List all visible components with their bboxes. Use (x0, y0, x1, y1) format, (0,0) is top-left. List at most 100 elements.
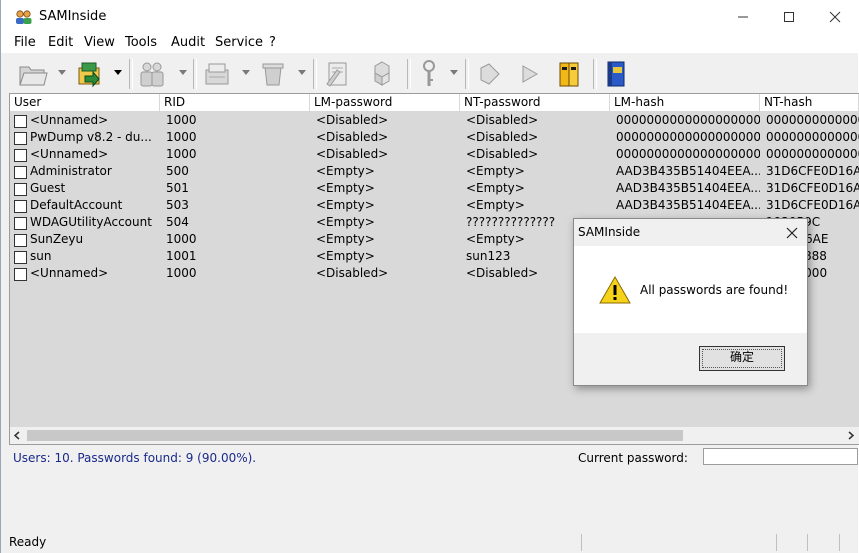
column-header-nt-password[interactable]: NT-password (460, 94, 610, 111)
cell-lm-hash: 0000000000000000000... (616, 130, 760, 144)
minimize-button[interactable] (720, 0, 766, 33)
table-row[interactable]: PwDump v8.2 - du... 1000 <Disabled> <Disabl… (10, 129, 859, 146)
cell-nt-hash: 00000000000000 (766, 130, 859, 144)
key-dropdown-arrow[interactable] (450, 70, 458, 75)
warning-icon (599, 276, 631, 304)
row-checkbox[interactable] (14, 149, 27, 162)
window-title: SAMInside (39, 9, 107, 24)
cell-user: <Unnamed> (30, 266, 109, 280)
status-divider (839, 534, 840, 551)
list-header: User RID LM-password NT-password LM-hash… (10, 94, 859, 112)
properties-icon[interactable] (321, 58, 353, 90)
cell-rid: 501 (166, 181, 189, 195)
users-dropdown-arrow[interactable] (179, 70, 187, 75)
toolbar-separator (465, 59, 469, 89)
ok-button[interactable]: 确定 (699, 346, 785, 371)
menu-service[interactable]: Service (215, 35, 263, 50)
cell-nt-password: <Empty> (466, 198, 525, 212)
cell-rid: 1000 (166, 232, 197, 246)
row-checkbox[interactable] (14, 251, 27, 264)
scroll-left-icon[interactable] (13, 431, 21, 440)
toolbar-separator (593, 59, 597, 89)
cell-user: sun (30, 249, 52, 263)
cell-rid: 1001 (166, 249, 197, 263)
column-header-nt-hash[interactable]: NT-hash (760, 94, 859, 111)
menu-edit[interactable]: Edit (48, 35, 73, 50)
cell-nt-hash: 31D6CFE0D16AE (766, 164, 859, 178)
row-checkbox[interactable] (14, 183, 27, 196)
cell-nt-hash: 00000000000000 (766, 147, 859, 161)
open-folder-icon[interactable] (17, 58, 49, 90)
table-row[interactable]: Guest 501 <Empty> <Empty> AAD3B435B51404EEA.… (10, 180, 859, 197)
cell-lm-password: <Empty> (316, 181, 375, 195)
table-row[interactable]: <Unnamed> 1000 <Disabled> <Disabled> 0000000… (10, 146, 859, 163)
row-checkbox[interactable] (14, 217, 27, 230)
cell-user: WDAGUtilityAccount (30, 215, 152, 229)
cell-lm-password: <Disabled> (316, 113, 389, 127)
next-icon[interactable] (515, 58, 543, 90)
row-checkbox[interactable] (14, 200, 27, 213)
help-book-icon[interactable] (601, 58, 631, 90)
row-checkbox[interactable] (14, 166, 27, 179)
cell-nt-hash: 31D6CFE0D16AE (766, 198, 859, 212)
cell-nt-password: <Disabled> (466, 130, 539, 144)
open-dropdown-arrow[interactable] (58, 70, 66, 75)
import-dropdown-arrow[interactable] (114, 70, 122, 75)
dialog-body: All passwords are found! (574, 246, 807, 333)
cell-lm-password: <Empty> (316, 198, 375, 212)
cell-user: DefaultAccount (30, 198, 123, 212)
maximize-button[interactable] (766, 0, 812, 33)
row-checkbox[interactable] (14, 115, 27, 128)
delete-dropdown-arrow[interactable] (298, 70, 306, 75)
save-dropdown-arrow[interactable] (242, 70, 250, 75)
cell-nt-password: <Disabled> (466, 113, 539, 127)
cell-lm-hash: AAD3B435B51404EEA... (616, 164, 760, 178)
table-row[interactable]: DefaultAccount 503 <Empty> <Empty> AAD3B435B… (10, 197, 859, 214)
cell-rid: 1000 (166, 113, 197, 127)
menu-view[interactable]: View (84, 35, 115, 50)
status-bar: Ready (1, 533, 858, 553)
column-header-user[interactable]: User (10, 94, 160, 111)
prev-icon[interactable] (475, 58, 505, 90)
save-icon[interactable] (201, 58, 233, 90)
dialog-close-icon[interactable] (786, 227, 798, 239)
cell-user: Guest (30, 181, 66, 195)
row-checkbox[interactable] (14, 234, 27, 247)
horizontal-scrollbar[interactable] (10, 427, 859, 444)
cell-lm-hash: AAD3B435B51404EEA... (616, 181, 760, 195)
minimize-icon (738, 16, 748, 17)
cell-user: Administrator (30, 164, 112, 178)
current-password-field[interactable] (703, 448, 858, 465)
books-icon[interactable] (555, 58, 585, 90)
table-row[interactable]: <Unnamed> 1000 <Disabled> <Disabled> 0000000… (10, 112, 859, 129)
key-icon[interactable] (413, 58, 445, 90)
menu-file[interactable]: File (14, 35, 36, 50)
toolbar-separator (129, 59, 133, 89)
menu-help[interactable]: ? (269, 35, 276, 50)
cell-nt-password: <Empty> (466, 164, 525, 178)
row-checkbox[interactable] (14, 132, 27, 145)
cell-lm-password: <Empty> (316, 164, 375, 178)
current-password-label: Current password: (578, 451, 688, 465)
cell-nt-hash: 31D6CFE0D16AE (766, 181, 859, 195)
close-button[interactable] (812, 0, 858, 33)
delete-icon[interactable] (257, 58, 289, 90)
status-divider (807, 534, 808, 551)
table-row[interactable]: Administrator 500 <Empty> <Empty> AAD3B435B5… (10, 163, 859, 180)
toolbar (9, 55, 858, 93)
row-checkbox[interactable] (14, 268, 27, 281)
cell-user: <Unnamed> (30, 147, 109, 161)
scrollbar-thumb[interactable] (27, 430, 683, 441)
cell-rid: 503 (166, 198, 189, 212)
column-header-rid[interactable]: RID (160, 94, 310, 111)
cell-user: <Unnamed> (30, 113, 109, 127)
toolbar-separator (407, 59, 411, 89)
menu-audit[interactable]: Audit (171, 35, 205, 50)
cubes-icon[interactable] (365, 58, 399, 90)
import-icon[interactable] (73, 58, 109, 90)
menu-tools[interactable]: Tools (125, 35, 157, 50)
column-header-lm-hash[interactable]: LM-hash (610, 94, 760, 111)
scroll-right-icon[interactable] (847, 431, 855, 440)
users-icon[interactable] (137, 58, 169, 90)
column-header-lm-password[interactable]: LM-password (310, 94, 460, 111)
